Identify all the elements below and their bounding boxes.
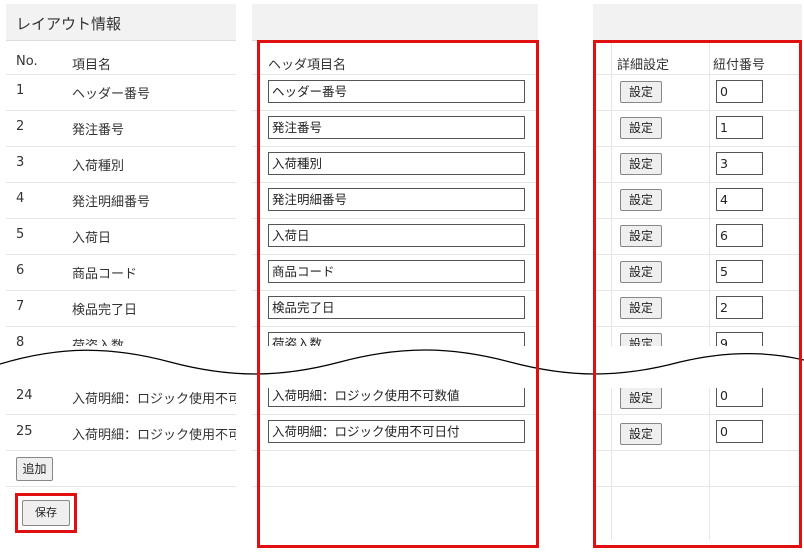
panel-title: レイアウト情報 — [16, 15, 122, 33]
panel-title-bar — [593, 4, 802, 41]
settings-frame-left-edge — [593, 338, 596, 388]
column-header-item-name: 項目名 — [72, 58, 112, 73]
omission-break — [0, 346, 804, 388]
row-item-name: 入荷種別 — [72, 159, 125, 174]
row-divider — [6, 290, 236, 291]
row-divider — [6, 218, 236, 219]
row-no: 4 — [16, 191, 25, 206]
row-no: 7 — [16, 299, 25, 314]
row-divider — [6, 254, 236, 255]
row-item-name: 発注明細番号 — [72, 195, 151, 210]
header-frame-right-edge — [536, 338, 539, 388]
row-item-name: 商品コード — [72, 267, 138, 282]
detail-link-panel: 詳細設定 紐付番号 設定 設定 設定 設定 設定 設定 設定 設定 設定 設定 … — [593, 4, 802, 548]
row-item-name: 発注番号 — [72, 123, 125, 138]
row-no: 3 — [16, 155, 25, 170]
row-divider — [6, 450, 236, 451]
row-divider — [6, 182, 236, 183]
row-no: 2 — [16, 119, 25, 134]
layout-info-panel: レイアウト情報 No. 項目名 1 ヘッダー番号 2 発注番号 3 入荷種別 4… — [6, 4, 236, 540]
row-divider — [6, 414, 236, 415]
add-button[interactable]: 追加 — [16, 457, 53, 481]
settings-column-highlight-frame — [593, 40, 802, 548]
row-item-name: 検品完了日 — [72, 303, 138, 318]
row-item-name: 入荷明細：ロジック使用不可数値 — [72, 392, 236, 407]
row-no: 6 — [16, 263, 25, 278]
header-item-name-panel: ヘッダ項目名 ヘッダー番号 発注番号 入荷種別 発注明細番号 入荷日 商品コード… — [252, 4, 539, 548]
panel-title-bar — [252, 4, 538, 41]
save-highlight-frame — [15, 493, 77, 533]
row-no: 25 — [16, 424, 33, 439]
header-frame-left-edge — [257, 338, 260, 388]
row-divider — [6, 486, 236, 487]
column-header-no: No. — [16, 54, 38, 69]
row-divider — [6, 326, 236, 327]
panel-title-bar: レイアウト情報 — [6, 4, 236, 41]
row-no: 24 — [16, 388, 33, 403]
row-no: 5 — [16, 227, 25, 242]
settings-frame-right-edge — [799, 338, 802, 388]
row-divider — [6, 110, 236, 111]
row-item-name: 入荷明細：ロジック使用不可日付 — [72, 428, 236, 443]
row-item-name: 入荷日 — [72, 231, 112, 246]
row-divider — [6, 74, 236, 75]
row-item-name: ヘッダー番号 — [72, 87, 151, 102]
header-column-highlight-frame — [257, 40, 539, 548]
row-no: 1 — [16, 83, 25, 98]
row-divider — [6, 146, 236, 147]
